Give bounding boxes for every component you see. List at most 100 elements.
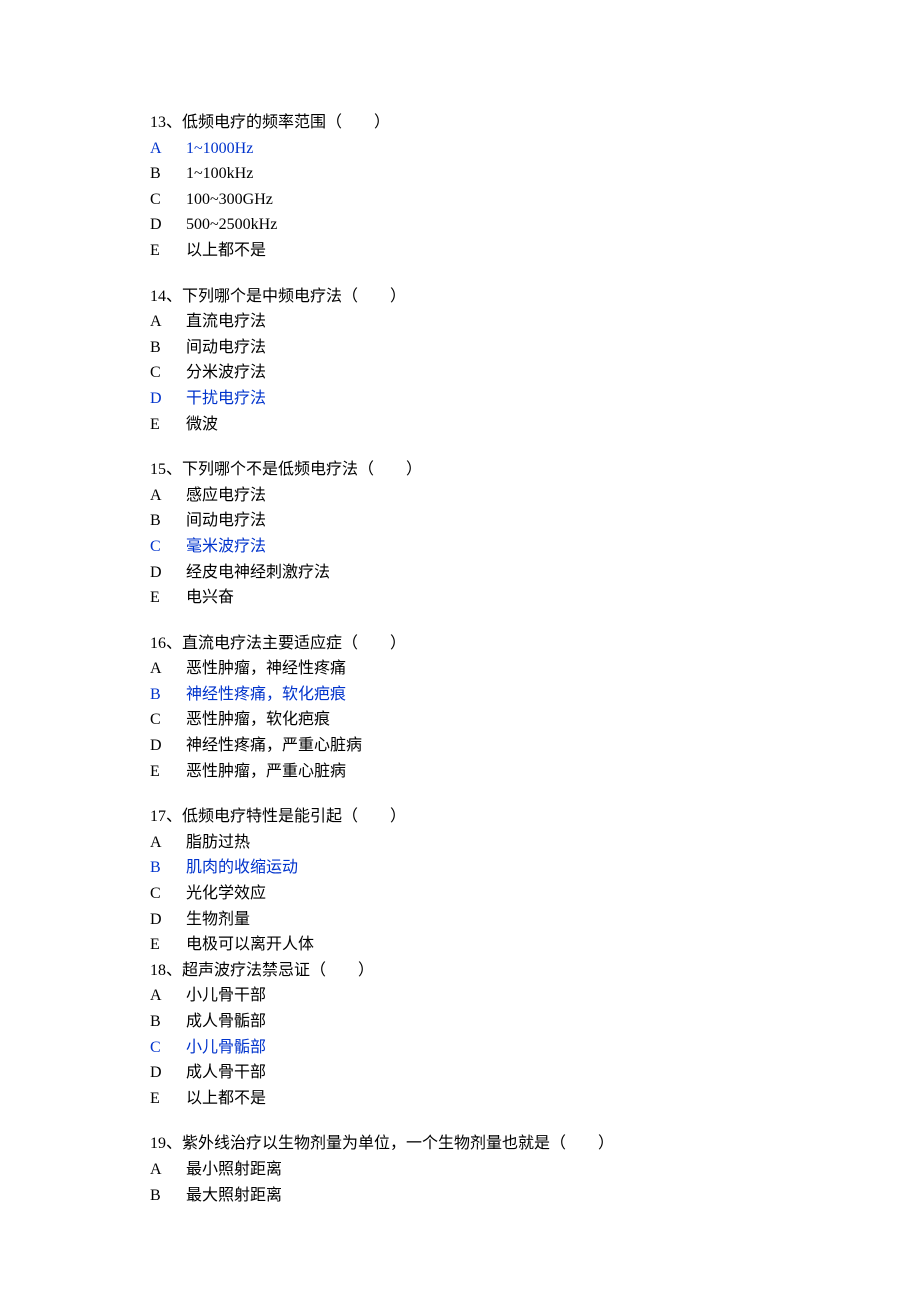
question-q17: 17、低频电疗特性是能引起（ ）A脂肪过热B肌肉的收缩运动C光化学效应D生物剂量… [150, 804, 770, 958]
option-letter: D [150, 907, 186, 933]
option-row: E恶性肿瘤，严重心脏病 [150, 759, 770, 785]
option-row: E以上都不是 [150, 238, 770, 264]
option-letter: E [150, 412, 186, 438]
option-text: 最小照射距离 [186, 1157, 282, 1183]
option-letter: B [150, 335, 186, 361]
question-stem: 18、超声波疗法禁忌证（ ） [150, 958, 770, 984]
option-row: B成人骨骺部 [150, 1009, 770, 1035]
option-letter: C [150, 1035, 186, 1061]
option-row: A最小照射距离 [150, 1157, 770, 1183]
option-letter: D [150, 560, 186, 586]
option-text: 以上都不是 [186, 238, 266, 264]
option-letter: B [150, 1183, 186, 1209]
option-letter: E [150, 585, 186, 611]
question-q15: 15、下列哪个不是低频电疗法（ ）A感应电疗法B间动电疗法C毫米波疗法D经皮电神… [150, 457, 770, 611]
option-row: C分米波疗法 [150, 360, 770, 386]
option-row: A感应电疗法 [150, 483, 770, 509]
document-page: 13、低频电疗的频率范围（ ）A1~1000HzB1~100kHzC100~30… [0, 0, 920, 1308]
option-row: A1~1000Hz [150, 136, 770, 162]
option-row: E电兴奋 [150, 585, 770, 611]
option-text: 成人骨骺部 [186, 1009, 266, 1035]
option-row: D干扰电疗法 [150, 386, 770, 412]
option-text: 分米波疗法 [186, 360, 266, 386]
option-row: C光化学效应 [150, 881, 770, 907]
option-row: B间动电疗法 [150, 508, 770, 534]
option-letter: C [150, 187, 186, 213]
option-text: 间动电疗法 [186, 508, 266, 534]
option-text: 干扰电疗法 [186, 386, 266, 412]
option-letter: C [150, 707, 186, 733]
option-text: 恶性肿瘤，严重心脏病 [186, 759, 346, 785]
option-text: 电兴奋 [186, 585, 234, 611]
option-letter: C [150, 360, 186, 386]
option-text: 肌肉的收缩运动 [186, 855, 298, 881]
option-row: A小儿骨干部 [150, 983, 770, 1009]
option-letter: C [150, 534, 186, 560]
option-row: D500~2500kHz [150, 212, 770, 238]
option-text: 小儿骨骺部 [186, 1035, 266, 1061]
option-text: 100~300GHz [186, 187, 273, 213]
option-text: 电极可以离开人体 [186, 932, 314, 958]
option-row: A脂肪过热 [150, 830, 770, 856]
question-stem: 13、低频电疗的频率范围（ ） [150, 110, 770, 136]
option-row: C恶性肿瘤，软化疤痕 [150, 707, 770, 733]
option-row: B肌肉的收缩运动 [150, 855, 770, 881]
option-row: A直流电疗法 [150, 309, 770, 335]
option-row: B间动电疗法 [150, 335, 770, 361]
option-letter: D [150, 1060, 186, 1086]
option-row: B神经性疼痛，软化疤痕 [150, 682, 770, 708]
option-row: E以上都不是 [150, 1086, 770, 1112]
option-letter: A [150, 830, 186, 856]
option-text: 1~1000Hz [186, 136, 253, 162]
option-text: 最大照射距离 [186, 1183, 282, 1209]
option-text: 间动电疗法 [186, 335, 266, 361]
option-letter: A [150, 983, 186, 1009]
option-row: C小儿骨骺部 [150, 1035, 770, 1061]
question-stem: 17、低频电疗特性是能引起（ ） [150, 804, 770, 830]
question-stem: 14、下列哪个是中频电疗法（ ） [150, 284, 770, 310]
option-letter: B [150, 161, 186, 187]
option-row: C毫米波疗法 [150, 534, 770, 560]
option-text: 以上都不是 [186, 1086, 266, 1112]
option-text: 小儿骨干部 [186, 983, 266, 1009]
option-letter: A [150, 656, 186, 682]
option-text: 神经性疼痛，严重心脏病 [186, 733, 362, 759]
option-text: 生物剂量 [186, 907, 250, 933]
option-row: C100~300GHz [150, 187, 770, 213]
option-text: 感应电疗法 [186, 483, 266, 509]
option-letter: A [150, 309, 186, 335]
option-letter: B [150, 508, 186, 534]
option-letter: D [150, 733, 186, 759]
option-row: E电极可以离开人体 [150, 932, 770, 958]
option-letter: A [150, 1157, 186, 1183]
option-row: E微波 [150, 412, 770, 438]
option-row: D成人骨干部 [150, 1060, 770, 1086]
option-letter: B [150, 1009, 186, 1035]
option-text: 神经性疼痛，软化疤痕 [186, 682, 346, 708]
option-text: 微波 [186, 412, 218, 438]
option-letter: A [150, 483, 186, 509]
option-letter: B [150, 855, 186, 881]
question-q14: 14、下列哪个是中频电疗法（ ）A直流电疗法B间动电疗法C分米波疗法D干扰电疗法… [150, 284, 770, 438]
option-row: A恶性肿瘤，神经性疼痛 [150, 656, 770, 682]
question-stem: 19、紫外线治疗以生物剂量为单位，一个生物剂量也就是（ ） [150, 1131, 770, 1157]
option-row: B最大照射距离 [150, 1183, 770, 1209]
option-text: 恶性肿瘤，神经性疼痛 [186, 656, 346, 682]
option-letter: E [150, 1086, 186, 1112]
question-q19: 19、紫外线治疗以生物剂量为单位，一个生物剂量也就是（ ）A最小照射距离B最大照… [150, 1131, 770, 1208]
option-letter: B [150, 682, 186, 708]
option-text: 恶性肿瘤，软化疤痕 [186, 707, 330, 733]
option-letter: D [150, 212, 186, 238]
option-row: D神经性疼痛，严重心脏病 [150, 733, 770, 759]
option-letter: A [150, 136, 186, 162]
option-letter: C [150, 881, 186, 907]
option-row: D经皮电神经刺激疗法 [150, 560, 770, 586]
option-text: 脂肪过热 [186, 830, 250, 856]
option-row: D生物剂量 [150, 907, 770, 933]
question-q18: 18、超声波疗法禁忌证（ ）A小儿骨干部B成人骨骺部C小儿骨骺部D成人骨干部E以… [150, 958, 770, 1112]
question-stem: 16、直流电疗法主要适应症（ ） [150, 631, 770, 657]
option-text: 1~100kHz [186, 161, 253, 187]
option-text: 直流电疗法 [186, 309, 266, 335]
question-q13: 13、低频电疗的频率范围（ ）A1~1000HzB1~100kHzC100~30… [150, 110, 770, 264]
option-text: 毫米波疗法 [186, 534, 266, 560]
